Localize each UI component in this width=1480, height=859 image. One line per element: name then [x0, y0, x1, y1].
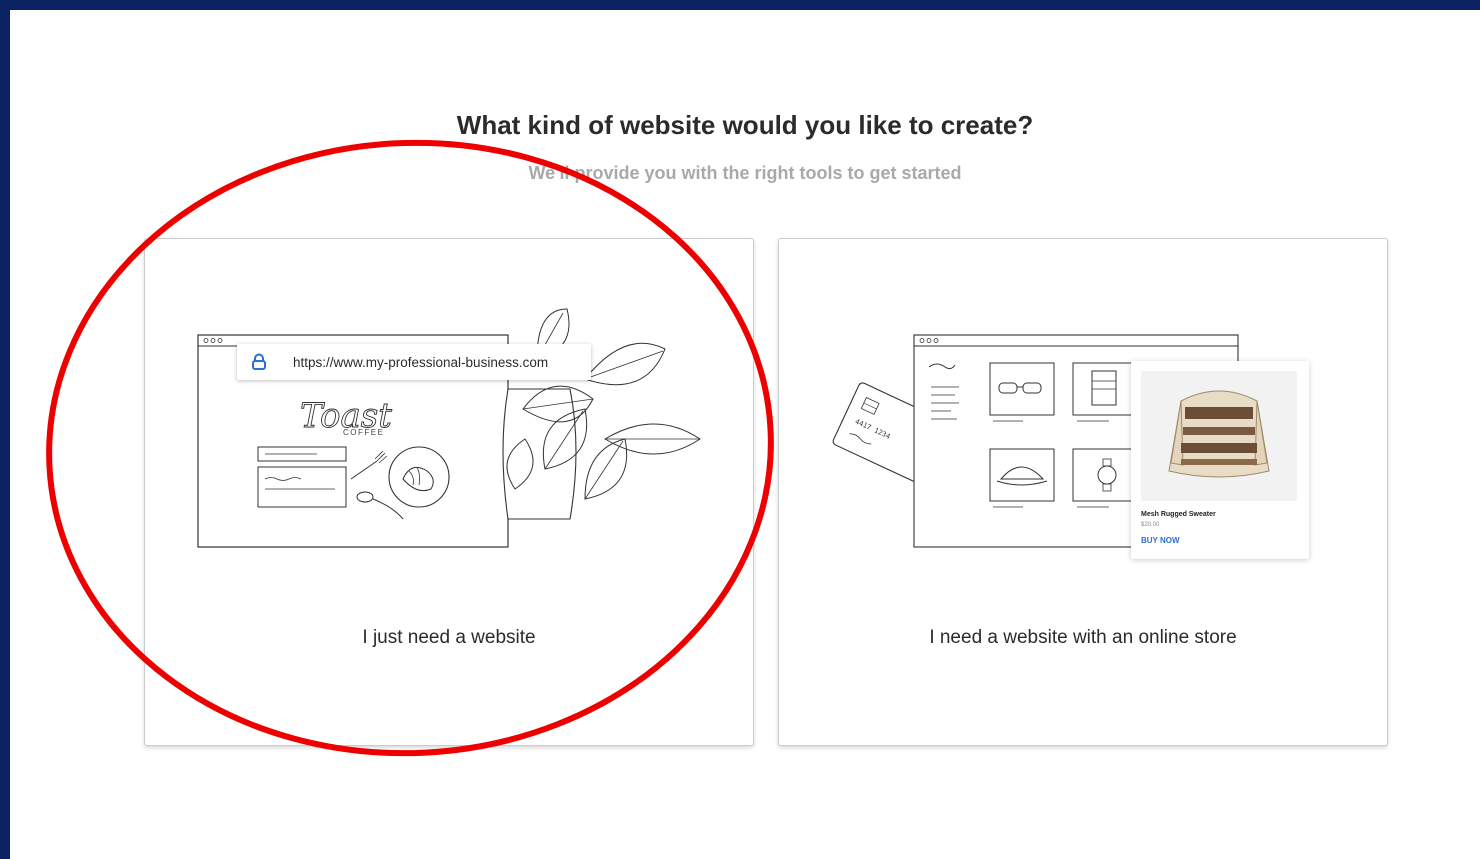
sweater-image: [1141, 371, 1297, 501]
url-text: https://www.my-professional-business.com: [293, 354, 549, 370]
product-card: Mesh Rugged Sweater $20.00 BUY NOW: [1131, 361, 1309, 559]
option-label-website: I just need a website: [362, 627, 536, 648]
store-illustration: 4417 1234 Mesh Rugged Sweater $20.00 BUY…: [779, 239, 1387, 599]
product-name: Mesh Rugged Sweater: [1141, 511, 1216, 518]
lock-icon: [252, 353, 266, 370]
product-price: $20.00: [1141, 522, 1160, 528]
url-bar: https://www.my-professional-business.com: [237, 344, 591, 380]
sweater-icon: [1168, 390, 1270, 478]
page: What kind of website would you like to c…: [10, 10, 1480, 859]
website-illustration-graphic: Toast COFFEE: [197, 308, 701, 548]
logo-subtext: COFFEE: [343, 428, 384, 437]
option-label-online-store: I need a website with an online store: [929, 627, 1237, 648]
option-card-online-store[interactable]: 4417 1234 Mesh Rugged Sweater $20.00 BUY…: [778, 238, 1388, 746]
website-illustration: Toast COFFEE https://www.my-professional…: [145, 239, 753, 599]
buy-now-link: BUY NOW: [1141, 536, 1180, 545]
option-card-website[interactable]: Toast COFFEE https://www.my-professional…: [144, 238, 754, 746]
page-title: What kind of website would you like to c…: [456, 110, 1034, 140]
page-subtitle: We'll provide you with the right tools t…: [528, 163, 962, 183]
